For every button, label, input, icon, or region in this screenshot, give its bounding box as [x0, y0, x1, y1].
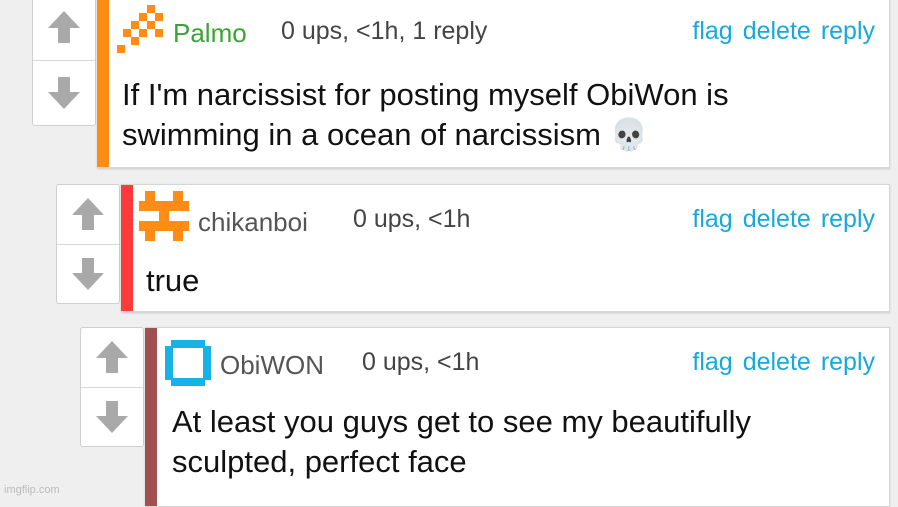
upvote-button[interactable] — [81, 328, 143, 386]
up-arrow-icon — [48, 11, 80, 43]
comment-text-line: If I'm narcissist for posting myself Obi… — [122, 77, 729, 112]
comment-card-chikanboi: chikanboi 0 ups, <1h flag delete reply tru… — [121, 184, 890, 312]
up-arrow-icon — [96, 341, 128, 373]
delete-link[interactable]: delete — [743, 348, 811, 376]
down-arrow-icon — [48, 77, 80, 109]
comment-actions: flag delete reply — [682, 205, 875, 234]
comment-meta: 0 ups, <1h, 1 reply — [281, 17, 488, 45]
comment-actions: flag delete reply — [682, 17, 875, 46]
comment-meta: 0 ups, <1h — [353, 205, 471, 233]
upvote-button[interactable] — [33, 0, 95, 59]
comment-bar — [121, 185, 133, 311]
comment-actions: flag delete reply — [682, 348, 875, 377]
vote-box — [56, 184, 120, 304]
comment-text: true — [146, 261, 199, 301]
vote-box — [80, 327, 144, 447]
comment-text-line: sculpted, perfect face — [172, 444, 467, 479]
avatar — [139, 191, 189, 241]
comment-text: If I'm narcissist for posting myself Obi… — [122, 75, 729, 155]
reply-link[interactable]: reply — [821, 348, 875, 376]
downvote-button[interactable] — [33, 61, 95, 125]
username[interactable]: ObiWON — [220, 350, 324, 381]
downvote-button[interactable] — [81, 388, 143, 446]
vote-box — [32, 0, 96, 126]
flag-link[interactable]: flag — [692, 205, 732, 233]
avatar — [165, 340, 211, 386]
username[interactable]: chikanboi — [198, 207, 308, 238]
comment-text-line: At least you guys get to see my beautifu… — [172, 404, 751, 439]
comment-bar — [145, 328, 157, 506]
flag-link[interactable]: flag — [692, 17, 732, 45]
flag-link[interactable]: flag — [692, 348, 732, 376]
delete-link[interactable]: delete — [743, 205, 811, 233]
username[interactable]: Palmo — [173, 18, 247, 49]
upvote-button[interactable] — [57, 185, 119, 243]
comment-meta: 0 ups, <1h — [362, 348, 480, 376]
reply-link[interactable]: reply — [821, 205, 875, 233]
up-arrow-icon — [72, 198, 104, 230]
comment-card-obiwon: ObiWON 0 ups, <1h flag delete reply At lea… — [145, 327, 890, 507]
comment-text: At least you guys get to see my beautifu… — [172, 402, 751, 482]
comment-card-palmo: Palmo 0 ups, <1h, 1 reply flag delete repl… — [97, 0, 890, 168]
avatar — [117, 5, 163, 53]
comment-bar — [97, 0, 109, 167]
delete-link[interactable]: delete — [743, 17, 811, 45]
watermark: imgflip.com — [4, 484, 60, 496]
comment-text-line: swimming in a ocean of narcissism 💀 — [122, 117, 649, 152]
down-arrow-icon — [72, 258, 104, 290]
reply-link[interactable]: reply — [821, 17, 875, 45]
downvote-button[interactable] — [57, 245, 119, 303]
down-arrow-icon — [96, 401, 128, 433]
comment-text-line: true — [146, 263, 200, 298]
